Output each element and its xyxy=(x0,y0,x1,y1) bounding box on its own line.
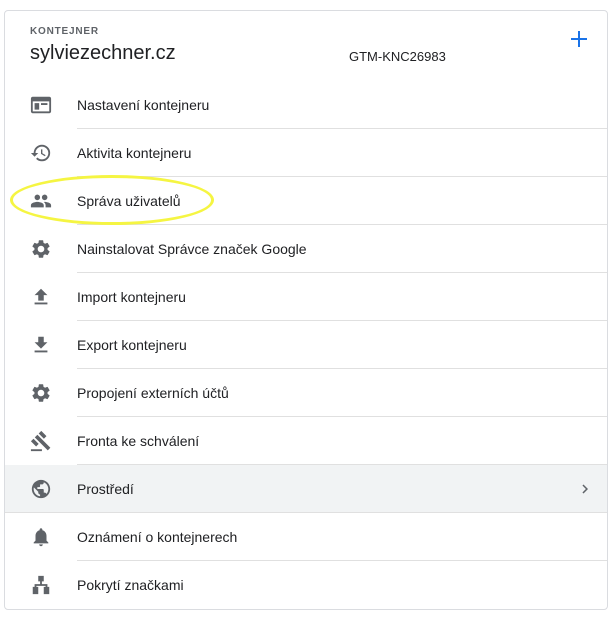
container-id: GTM-KNC26983 xyxy=(349,49,446,64)
menu-item-tag-coverage[interactable]: Pokrytí značkami xyxy=(5,561,607,609)
menu-item-label: Propojení externích účtů xyxy=(77,385,229,401)
menu-item-label: Import kontejneru xyxy=(77,289,186,305)
menu-item-label: Pokrytí značkami xyxy=(77,577,184,593)
add-container-button[interactable] xyxy=(567,27,591,51)
menu-item-label: Nainstalovat Správce značek Google xyxy=(77,241,307,257)
menu-item-export-container[interactable]: Export kontejneru xyxy=(5,321,607,369)
admin-menu: Nastavení kontejneru Aktivita kontejneru… xyxy=(5,81,607,609)
menu-item-import-container[interactable]: Import kontejneru xyxy=(5,273,607,321)
gavel-icon xyxy=(30,430,52,452)
menu-item-label: Aktivita kontejneru xyxy=(77,145,192,161)
download-icon xyxy=(30,334,52,356)
settings-window-icon xyxy=(30,94,52,116)
menu-item-install-gtm[interactable]: Nainstalovat Správce značek Google xyxy=(5,225,607,273)
container-admin-card: KONTEJNER sylviezechner.cz GTM-KNC26983 … xyxy=(4,10,608,610)
gear-icon xyxy=(30,382,52,404)
menu-item-container-settings[interactable]: Nastavení kontejneru xyxy=(5,81,607,129)
menu-item-approval-queue[interactable]: Fronta ke schválení xyxy=(5,417,607,465)
chevron-right-icon xyxy=(575,479,595,499)
menu-item-container-notifications[interactable]: Oznámení o kontejnerech xyxy=(5,513,607,561)
menu-item-label: Prostředí xyxy=(77,481,134,497)
container-name: sylviezechner.cz xyxy=(30,42,176,64)
bell-icon xyxy=(30,526,52,548)
globe-icon xyxy=(30,478,52,500)
menu-item-label: Správa uživatelů xyxy=(77,193,181,209)
menu-item-environments[interactable]: Prostředí xyxy=(5,465,607,513)
plus-icon xyxy=(571,31,587,47)
history-icon xyxy=(30,142,52,164)
menu-item-container-activity[interactable]: Aktivita kontejneru xyxy=(5,129,607,177)
hierarchy-icon xyxy=(30,574,52,596)
menu-item-user-management[interactable]: Správa uživatelů xyxy=(5,177,607,225)
section-label: KONTEJNER xyxy=(30,26,99,37)
menu-item-label: Export kontejneru xyxy=(77,337,187,353)
gear-icon xyxy=(30,238,52,260)
upload-icon xyxy=(30,286,52,308)
menu-item-external-accounts[interactable]: Propojení externích účtů xyxy=(5,369,607,417)
menu-item-label: Fronta ke schválení xyxy=(77,433,200,449)
people-icon xyxy=(30,190,52,212)
menu-item-label: Oznámení o kontejnerech xyxy=(77,529,238,545)
menu-item-label: Nastavení kontejneru xyxy=(77,97,210,113)
